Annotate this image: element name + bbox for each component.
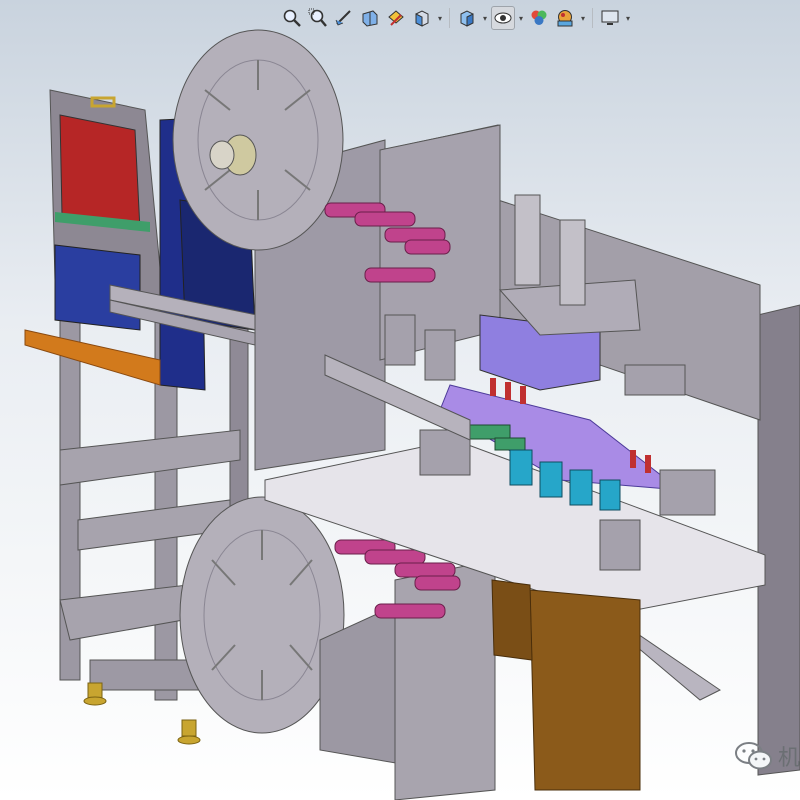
machine-model[interactable] (0, 0, 800, 800)
hide-show-items-icon (494, 12, 512, 24)
zoom-to-area-icon (308, 8, 327, 27)
view-settings-button[interactable] (598, 6, 622, 30)
cad-viewport[interactable]: ▾ ▾ ▾ ▾ ▾ 机 (0, 0, 800, 800)
view-settings-icon (601, 10, 619, 25)
hide-show-items-button[interactable] (491, 6, 515, 30)
brown-lower-panel (529, 589, 641, 791)
orange-handle-bar (24, 329, 161, 386)
section-view-button[interactable] (358, 6, 382, 30)
view-orientation-button[interactable] (410, 6, 434, 30)
watermark: 机 (734, 740, 800, 772)
apply-scene-button[interactable] (553, 6, 577, 30)
blue-front-panel (54, 244, 141, 331)
chevron-down-icon: ▾ (580, 13, 585, 23)
chevron-down-icon: ▾ (482, 13, 487, 23)
lower-front-plate (394, 559, 496, 800)
brown-side-panel (491, 579, 533, 661)
zoom-to-fit-button[interactable] (280, 6, 304, 30)
upper-reel (172, 29, 344, 251)
apply-scene-icon (557, 10, 573, 27)
chevron-down-icon: ▾ (518, 13, 523, 23)
previous-view-button[interactable] (332, 6, 356, 30)
apply-scene-dropdown[interactable]: ▾ (579, 6, 587, 30)
chevron-down-icon: ▾ (625, 13, 630, 23)
edit-appearance-icon (531, 10, 547, 25)
red-access-panel (59, 114, 141, 231)
zoom-to-area-button[interactable] (306, 6, 330, 30)
toolbar-separator (449, 8, 450, 28)
wechat-icon (734, 742, 772, 770)
display-style-dropdown[interactable]: ▾ (481, 6, 489, 30)
view-settings-dropdown[interactable]: ▾ (624, 6, 632, 30)
right-side-panel (757, 304, 800, 776)
watermark-text: 机 (777, 746, 800, 771)
display-style-button[interactable] (455, 6, 479, 30)
previous-view-icon (335, 10, 351, 26)
leveling-feet (83, 682, 201, 745)
edit-appearance-button[interactable] (527, 6, 551, 30)
lower-reel (179, 496, 345, 734)
display-style-icon (460, 10, 474, 27)
chevron-down-icon: ▾ (437, 13, 442, 23)
view-orientation-icon (415, 10, 429, 27)
view-orientation-dropdown[interactable]: ▾ (436, 6, 444, 30)
dynamic-annotation-view-icon (388, 10, 404, 26)
dynamic-annotation-view-button[interactable] (384, 6, 408, 30)
heads-up-view-toolbar: ▾ ▾ ▾ ▾ ▾ (280, 4, 632, 32)
hide-show-items-dropdown[interactable]: ▾ (517, 6, 525, 30)
section-view-icon (362, 10, 378, 27)
zoom-to-fit-icon (283, 9, 301, 27)
toolbar-separator (592, 8, 593, 28)
